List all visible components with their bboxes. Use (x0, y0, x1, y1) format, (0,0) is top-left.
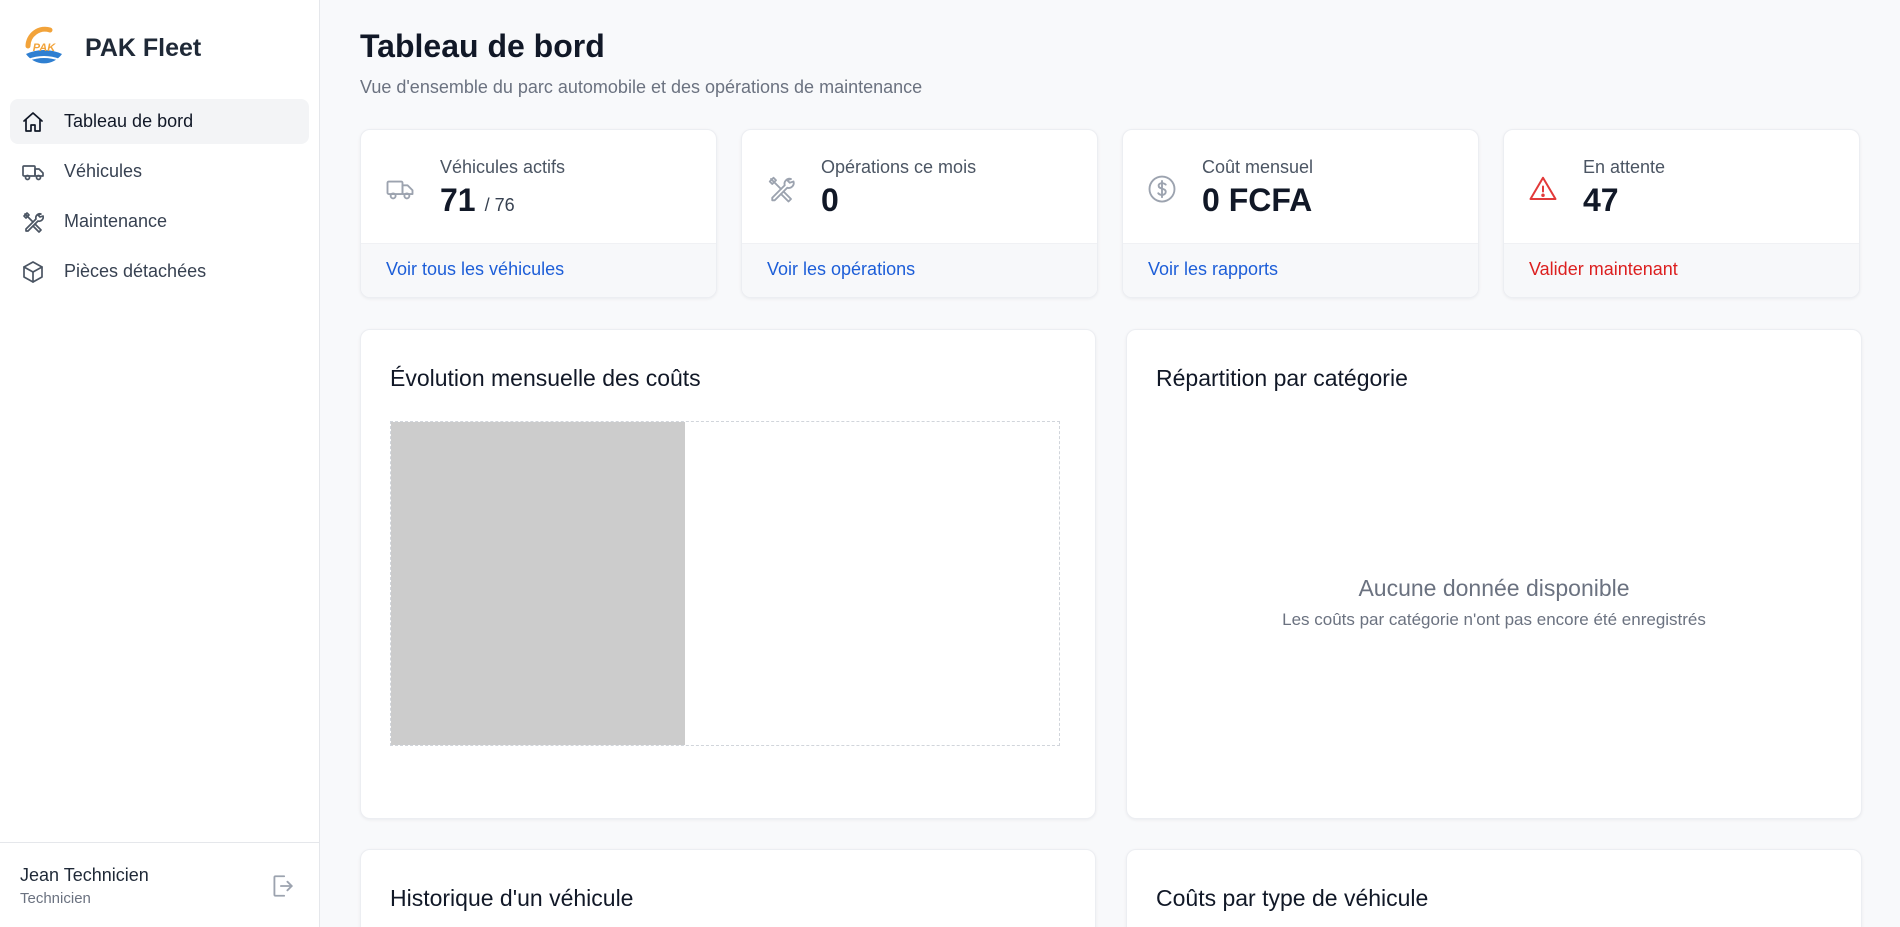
brand[interactable]: PAK PAK Fleet (20, 24, 201, 72)
stat-label: En attente (1583, 157, 1666, 177)
stat-value: 0 (821, 182, 839, 218)
sidebar: PAK PAK Fleet Tableau de bord Véhicules … (0, 0, 320, 927)
stat-value-row: 47 (1583, 182, 1619, 219)
stat-value: 0 FCFA (1202, 182, 1313, 218)
panel-title: Coûts par type de véhicule (1156, 885, 1429, 911)
stat-card-monthly-cost: Coût mensuel 0 FCFA Voir les rapports (1122, 129, 1479, 298)
cost-evolution-panel: Évolution mensuelle des coûts (360, 329, 1096, 819)
panel-title: Historique d'un véhicule (390, 885, 634, 911)
stat-total: / 76 (484, 195, 515, 215)
truck-icon (22, 164, 44, 180)
validate-now-link[interactable]: Valider maintenant (1529, 259, 1678, 280)
user-name: Jean Technicien (20, 865, 149, 885)
panel-title: Évolution mensuelle des coûts (390, 365, 701, 391)
sidebar-item-label: Tableau de bord (64, 111, 194, 131)
vehicle-history-panel: Historique d'un véhicule (360, 849, 1096, 927)
empty-state-title: Aucune donnée disponible (1358, 575, 1630, 601)
stat-value-row: 71 / 76 (440, 182, 515, 219)
stat-card-pending: En attente 47 Valider maintenant (1503, 129, 1860, 298)
sidebar-item-maintenance[interactable]: Maintenance (10, 199, 309, 244)
sidebar-nav: Tableau de bord Véhicules Maintenance Pi… (10, 99, 309, 299)
user-panel: Jean Technicien Technicien (0, 842, 319, 927)
sidebar-item-parts[interactable]: Pièces détachées (10, 249, 309, 294)
tools-icon (23, 211, 45, 233)
category-split-panel: Répartition par catégorie Aucune donnée … (1126, 329, 1862, 819)
stat-value-row: 0 (821, 182, 839, 219)
sidebar-item-dashboard[interactable]: Tableau de bord (10, 99, 309, 144)
stat-footer: Valider maintenant (1504, 243, 1859, 297)
truck-icon (386, 180, 414, 200)
box-icon (23, 260, 43, 283)
stat-value: 47 (1583, 182, 1619, 218)
page-title: Tableau de bord (360, 28, 605, 64)
home-icon (23, 111, 43, 132)
cost-evolution-chart (390, 421, 1060, 746)
tools-icon (768, 176, 795, 203)
sidebar-item-label: Véhicules (64, 161, 143, 181)
user-role: Technicien (20, 890, 91, 907)
sidebar-item-label: Maintenance (64, 211, 168, 231)
stat-footer: Voir les opérations (742, 243, 1097, 297)
stat-label: Coût mensuel (1202, 157, 1314, 177)
panel-title: Répartition par catégorie (1156, 365, 1408, 391)
empty-state-text: Les coûts par catégorie n'ont pas encore… (1282, 610, 1706, 629)
stat-footer: Voir tous les véhicules (361, 243, 716, 297)
logout-icon[interactable] (269, 873, 295, 899)
stat-label: Véhicules actifs (440, 157, 566, 177)
sidebar-item-vehicles[interactable]: Véhicules (10, 149, 309, 194)
vehicle-type-costs-panel: Coûts par type de véhicule (1126, 849, 1862, 927)
stat-card-active-vehicles: Véhicules actifs 71 / 76 Voir tous les v… (360, 129, 717, 298)
brand-logo: PAK (21, 25, 67, 71)
stat-card-operations: Opérations ce mois 0 Voir les opérations (741, 129, 1098, 298)
sidebar-item-label: Pièces détachées (64, 261, 207, 281)
dollar-icon (1148, 175, 1176, 203)
page-subtitle: Vue d'ensemble du parc automobile et des… (360, 77, 923, 97)
view-reports-link[interactable]: Voir les rapports (1148, 259, 1278, 280)
brand-name: PAK Fleet (85, 33, 202, 62)
stat-footer: Voir les rapports (1123, 243, 1478, 297)
brand-logo-text: PAK (33, 42, 56, 54)
stat-value-row: 0 FCFA (1202, 182, 1312, 219)
view-all-vehicles-link[interactable]: Voir tous les véhicules (386, 259, 564, 280)
stat-value: 71 (440, 182, 476, 218)
alert-icon (1529, 176, 1557, 200)
chart-placeholder (391, 422, 685, 745)
stat-label: Opérations ce mois (821, 157, 977, 177)
view-operations-link[interactable]: Voir les opérations (767, 259, 915, 280)
